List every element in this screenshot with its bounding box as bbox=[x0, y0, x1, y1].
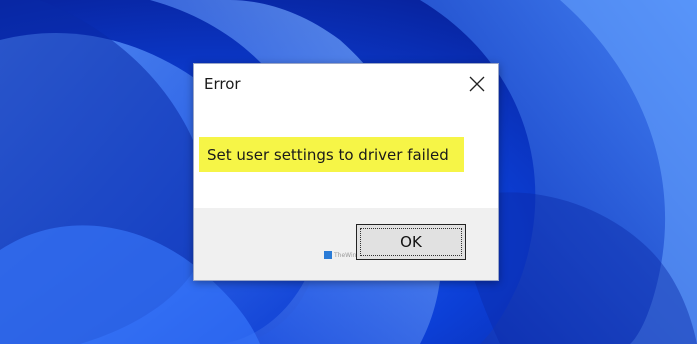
close-icon bbox=[469, 76, 485, 92]
dialog-body: Set user settings to driver failed bbox=[194, 104, 498, 208]
watermark-logo-icon bbox=[324, 251, 332, 259]
dialog-footer: TheWindowsClub OK bbox=[194, 208, 498, 280]
error-dialog: Error Set user settings to driver failed… bbox=[193, 63, 499, 281]
ok-button[interactable]: OK bbox=[356, 224, 466, 260]
dialog-titlebar[interactable]: Error bbox=[194, 64, 498, 104]
close-button[interactable] bbox=[460, 70, 494, 98]
focus-ring bbox=[360, 228, 462, 256]
dialog-title: Error bbox=[204, 75, 241, 93]
error-message: Set user settings to driver failed bbox=[199, 137, 464, 172]
